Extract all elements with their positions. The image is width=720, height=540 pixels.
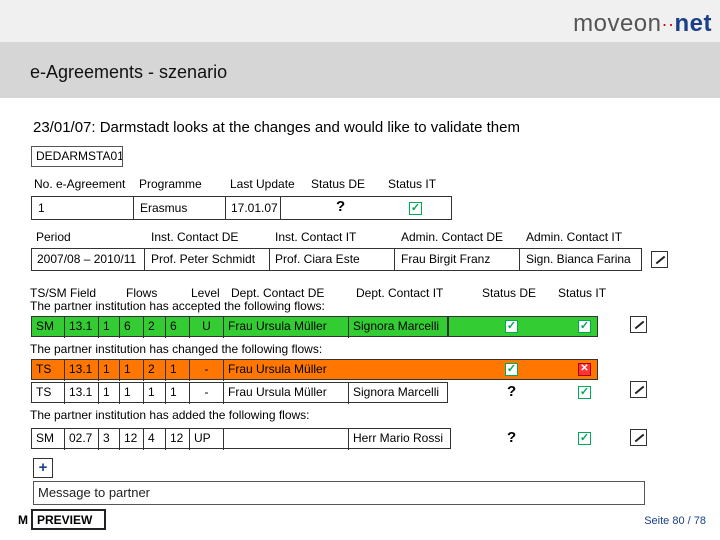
flow-dept-de xyxy=(224,429,349,450)
flow-dept-it: Signora Marcelli xyxy=(353,319,440,333)
flow-count-d: 1 xyxy=(166,360,190,381)
edit-changed-flow-pencil-icon[interactable] xyxy=(630,381,647,398)
header-no-agreement: No. e-Agreement xyxy=(34,177,126,191)
page-title: e-Agreements - szenario xyxy=(30,62,228,82)
accepted-flows-label: The partner institution has accepted the… xyxy=(30,299,325,313)
period-value: 2007/08 – 2010/11 xyxy=(37,252,137,266)
header-admin-contact-it: Admin. Contact IT xyxy=(526,230,623,244)
preview-button[interactable]: PREVIEW xyxy=(31,509,106,530)
header-status-de: Status DE xyxy=(311,177,366,191)
status-it-check-icon[interactable]: ✓ xyxy=(409,202,422,215)
accepted-status-it-check-icon[interactable]: ✓ xyxy=(578,320,591,333)
flow-count-d: 12 xyxy=(166,429,190,450)
header-period: Period xyxy=(36,230,71,244)
flow-count-b: 1 xyxy=(120,383,144,404)
divider xyxy=(133,196,134,220)
add-flow-button[interactable]: + xyxy=(33,458,53,478)
accepted-status-de-check-icon[interactable]: ✓ xyxy=(505,320,518,333)
changed-status-it-reject-icon[interactable]: ✕ xyxy=(578,363,591,376)
flow-type: SM xyxy=(32,317,65,338)
changed-status-de-check-icon[interactable]: ✓ xyxy=(505,363,518,376)
added-flow-row[interactable]: SM 02.7 3 12 4 12 UP Herr Mario Rossi xyxy=(31,428,451,450)
admin-contact-de-value: Frau Birgit Franz xyxy=(401,252,491,266)
flow-count-a: 3 xyxy=(99,429,120,450)
status-de-question-icon: ? xyxy=(336,198,346,215)
message-to-partner-input[interactable]: Message to partner xyxy=(33,481,645,505)
header-flow-status-de: Status DE xyxy=(482,286,537,300)
accepted-status-cell xyxy=(448,316,598,337)
flow-type: TS xyxy=(32,360,65,381)
flow-count-d: 1 xyxy=(166,383,190,404)
flow-type: SM xyxy=(32,429,65,450)
preview-prefix: M xyxy=(18,513,28,527)
flow-level: UP xyxy=(190,429,224,450)
header-flows: Flows xyxy=(126,286,158,300)
changed-flows-label: The partner institution has changed the … xyxy=(30,342,323,356)
agreement-number: 1 xyxy=(38,201,45,215)
flow-count-a: 1 xyxy=(99,360,120,381)
header-inst-contact-it: Inst. Contact IT xyxy=(275,230,357,244)
flow-field: 13.1 xyxy=(65,317,99,338)
flow-dept-it: Herr Mario Rossi xyxy=(353,431,444,445)
edit-added-flow-pencil-icon[interactable] xyxy=(630,429,647,446)
header-last-update: Last Update xyxy=(230,177,295,191)
divider xyxy=(269,248,270,271)
added-status-de-question-icon: ? xyxy=(507,429,517,446)
flow-dept-it: Signora Marcelli xyxy=(353,385,440,399)
divider xyxy=(280,196,281,220)
moveon-logo: moveon··net xyxy=(573,10,712,37)
header-status-it: Status IT xyxy=(388,177,437,191)
changed-flow-row[interactable]: TS 13.1 1 1 1 1 - Frau Ursula Müller Sig… xyxy=(31,382,448,404)
divider xyxy=(144,248,145,271)
divider xyxy=(225,196,226,220)
header-ts-sm-field: TS/SM Field xyxy=(30,286,97,300)
flow-count-c: 2 xyxy=(144,360,166,381)
flow-field: 13.1 xyxy=(65,360,99,381)
edit-contacts-pencil-icon[interactable] xyxy=(651,251,668,268)
inst-contact-it-value: Prof. Ciara Este xyxy=(275,252,360,266)
flow-count-a: 1 xyxy=(99,383,120,404)
flow-count-c: 4 xyxy=(144,429,166,450)
added-status-it-check-icon[interactable]: ✓ xyxy=(578,432,591,445)
changed-status-it-check-icon[interactable]: ✓ xyxy=(578,386,591,399)
agreement-last-update: 17.01.07 xyxy=(231,201,278,215)
flow-dept-de: Frau Ursula Müller xyxy=(224,317,349,338)
agreement-programme: Erasmus xyxy=(140,201,188,215)
flow-count-c: 1 xyxy=(144,383,166,404)
flow-dept-de: Frau Ursula Müller xyxy=(228,362,327,376)
admin-contact-it-value: Sign. Bianca Farina xyxy=(526,252,631,266)
page-number: Seite 80 / 78 xyxy=(644,515,706,527)
divider xyxy=(519,248,520,271)
header-admin-contact-de: Admin. Contact DE xyxy=(401,230,504,244)
flow-level: U xyxy=(190,317,224,338)
flow-count-a: 1 xyxy=(99,317,120,338)
changed-status-de-question-icon: ? xyxy=(507,383,517,400)
flow-level: - xyxy=(190,383,224,404)
header-programme: Programme xyxy=(139,177,202,191)
flow-dept-de: Frau Ursula Müller xyxy=(224,383,349,404)
flow-count-b: 6 xyxy=(120,317,144,338)
header-inst-contact-de: Inst. Contact DE xyxy=(151,230,239,244)
header-level: Level xyxy=(191,286,220,300)
flow-count-b: 1 xyxy=(120,360,144,381)
header-dept-contact-it: Dept. Contact IT xyxy=(356,286,444,300)
flow-count-b: 12 xyxy=(120,429,144,450)
accepted-flow-row[interactable]: SM 13.1 1 6 2 6 U Frau Ursula Müller Sig… xyxy=(31,316,448,338)
flow-count-c: 2 xyxy=(144,317,166,338)
flow-type: TS xyxy=(32,383,65,404)
institution-code: DEDARMSTA01 xyxy=(31,146,123,167)
flow-count-d: 6 xyxy=(166,317,190,338)
header-flow-status-it: Status IT xyxy=(558,286,607,300)
added-flows-label: The partner institution has added the fo… xyxy=(30,408,310,422)
edit-accepted-flow-pencil-icon[interactable] xyxy=(630,316,647,333)
flow-field: 13.1 xyxy=(65,383,99,404)
divider xyxy=(394,248,395,271)
flow-level: - xyxy=(190,360,224,381)
flow-field: 02.7 xyxy=(65,429,99,450)
inst-contact-de-value: Prof. Peter Schmidt xyxy=(151,252,256,266)
header-dept-contact-de: Dept. Contact DE xyxy=(231,286,325,300)
scenario-text: 23/01/07: Darmstadt looks at the changes… xyxy=(33,119,520,136)
